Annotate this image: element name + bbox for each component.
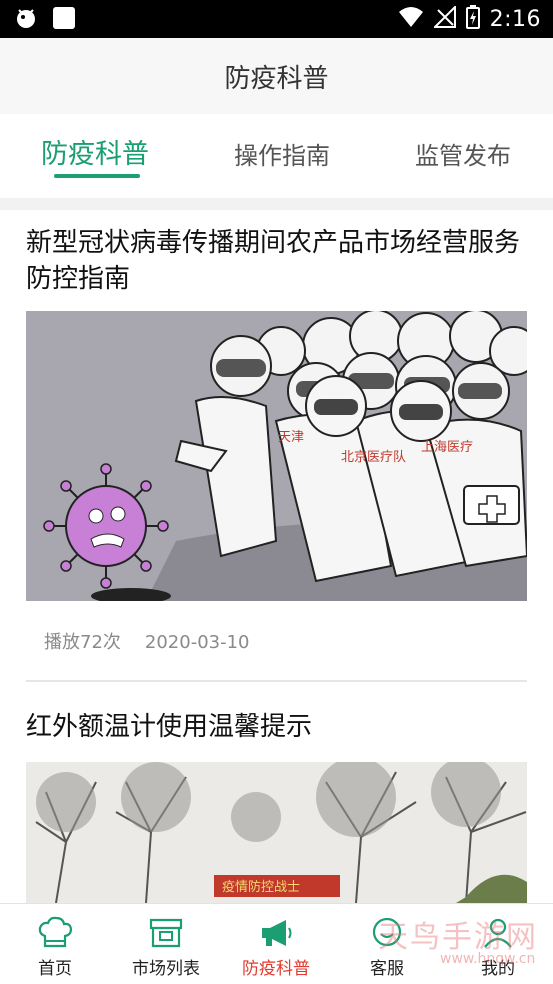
article-meta: 播放72次 2020-03-10 bbox=[44, 628, 250, 654]
suit-label-shanghai: 上海医疗 bbox=[421, 440, 473, 455]
article-divider bbox=[26, 680, 527, 682]
nav-epidemic-science[interactable]: 防疫科普 bbox=[221, 904, 331, 984]
tab-supervision-release[interactable]: 监管发布 bbox=[415, 136, 511, 171]
nav-label: 市场列表 bbox=[132, 959, 200, 979]
article-title[interactable]: 新型冠状病毒传播期间农产品市场经营服务防控指南 bbox=[26, 225, 531, 297]
article-thumbnail[interactable]: 疫情防控战士 bbox=[26, 762, 527, 903]
battery-charging-icon bbox=[465, 5, 480, 33]
tab-epidemic-science[interactable]: 防疫科普 bbox=[41, 132, 149, 171]
watermark: 天鸟手游网 bbox=[378, 920, 538, 955]
suit-label-tianjin: 天津 bbox=[278, 430, 304, 445]
app-notification-icon bbox=[14, 6, 38, 34]
banner-text: 疫情防控战士 bbox=[222, 879, 300, 895]
signal-icon bbox=[432, 4, 456, 32]
nav-market-list[interactable]: 市场列表 bbox=[111, 904, 221, 984]
article-thumbnail[interactable]: 北京医疗队 上海医疗 天津 bbox=[26, 311, 527, 601]
app-header: 防疫科普 bbox=[0, 38, 553, 114]
wifi-icon bbox=[398, 6, 424, 32]
chef-hat-icon bbox=[37, 916, 73, 954]
tab-operation-guide[interactable]: 操作指南 bbox=[234, 136, 330, 171]
megaphone-icon bbox=[258, 916, 294, 954]
nav-label: 客服 bbox=[370, 959, 404, 979]
status-time: 2:16 bbox=[489, 6, 541, 32]
article-title[interactable]: 红外额温计使用温馨提示 bbox=[26, 709, 531, 745]
nav-label: 首页 bbox=[38, 959, 72, 979]
play-count: 播放72次 bbox=[44, 632, 121, 653]
square-notification-icon bbox=[52, 6, 76, 34]
market-icon bbox=[148, 916, 184, 954]
suit-label-beijing: 北京医疗队 bbox=[341, 450, 406, 465]
tab-bar: 防疫科普 操作指南 监管发布 bbox=[0, 114, 553, 198]
page-title: 防疫科普 bbox=[224, 64, 329, 94]
nav-home[interactable]: 首页 bbox=[0, 904, 110, 984]
nav-label: 防疫科普 bbox=[242, 959, 310, 979]
section-gap bbox=[0, 198, 553, 210]
watermark-url: www.hnqw.cn bbox=[440, 951, 536, 967]
publish-date: 2020-03-10 bbox=[144, 632, 250, 653]
status-bar: 2:16 bbox=[0, 0, 553, 38]
active-tab-indicator bbox=[54, 174, 140, 178]
